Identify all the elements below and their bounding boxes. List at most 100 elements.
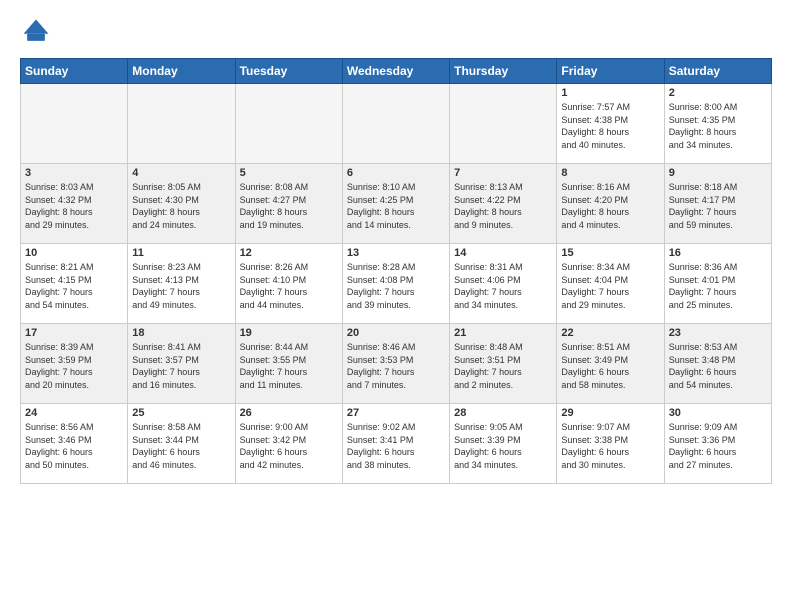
- day-info: Sunrise: 8:39 AM Sunset: 3:59 PM Dayligh…: [25, 341, 123, 391]
- calendar-cell: 10Sunrise: 8:21 AM Sunset: 4:15 PM Dayli…: [21, 244, 128, 324]
- calendar-cell: 23 Sunrise: 8:53 AM Sunset: 3:48 PM Dayli…: [664, 324, 771, 404]
- calendar-cell: 7 Sunrise: 8:13 AM Sunset: 4:22 PM Daylig…: [450, 164, 557, 244]
- day-info: Sunrise: 9:00 AM Sunset: 3:42 PM Dayligh…: [240, 421, 338, 471]
- day-info: Sunrise: 8:00 AM Sunset: 4:35 PM Dayligh…: [669, 101, 767, 151]
- day-number: 24: [25, 407, 123, 419]
- day-info: Sunrise: 8:56 AM Sunset: 3:46 PM Dayligh…: [25, 421, 123, 471]
- calendar-cell: 24 Sunrise: 8:56 AM Sunset: 3:46 PM Dayli…: [21, 404, 128, 484]
- calendar-cell: 14 Sunrise: 8:31 AM Sunset: 4:06 PM Dayli…: [450, 244, 557, 324]
- calendar-cell: 9 Sunrise: 8:18 AM Sunset: 4:17 PM Daylig…: [664, 164, 771, 244]
- calendar-header-wednesday: Wednesday: [342, 59, 449, 84]
- calendar-cell: 8 Sunrise: 8:16 AM Sunset: 4:20 PM Daylig…: [557, 164, 664, 244]
- day-info: Sunrise: 8:41 AM Sunset: 3:57 PM Dayligh…: [132, 341, 230, 391]
- calendar-cell: [450, 84, 557, 164]
- day-number: 21: [454, 327, 552, 339]
- day-number: 19: [240, 327, 338, 339]
- day-number: 14: [454, 247, 552, 259]
- day-number: 29: [561, 407, 659, 419]
- day-number: 9: [669, 167, 767, 179]
- calendar-cell: 1 Sunrise: 7:57 AM Sunset: 4:38 PM Daylig…: [557, 84, 664, 164]
- calendar-week-0: 1 Sunrise: 7:57 AM Sunset: 4:38 PM Daylig…: [21, 84, 772, 164]
- day-info: Sunrise: 8:18 AM Sunset: 4:17 PM Dayligh…: [669, 181, 767, 231]
- calendar-cell: 3Sunrise: 8:03 AM Sunset: 4:32 PM Daylig…: [21, 164, 128, 244]
- day-number: 7: [454, 167, 552, 179]
- day-info: Sunrise: 8:10 AM Sunset: 4:25 PM Dayligh…: [347, 181, 445, 231]
- calendar-cell: 18 Sunrise: 8:41 AM Sunset: 3:57 PM Dayli…: [128, 324, 235, 404]
- day-number: 15: [561, 247, 659, 259]
- day-info: Sunrise: 8:26 AM Sunset: 4:10 PM Dayligh…: [240, 261, 338, 311]
- header: [20, 16, 772, 48]
- day-info: Sunrise: 9:05 AM Sunset: 3:39 PM Dayligh…: [454, 421, 552, 471]
- day-number: 6: [347, 167, 445, 179]
- day-info: Sunrise: 9:07 AM Sunset: 3:38 PM Dayligh…: [561, 421, 659, 471]
- calendar-cell: 15 Sunrise: 8:34 AM Sunset: 4:04 PM Dayli…: [557, 244, 664, 324]
- day-info: Sunrise: 9:02 AM Sunset: 3:41 PM Dayligh…: [347, 421, 445, 471]
- calendar-header-tuesday: Tuesday: [235, 59, 342, 84]
- day-info: Sunrise: 8:28 AM Sunset: 4:08 PM Dayligh…: [347, 261, 445, 311]
- day-info: Sunrise: 8:23 AM Sunset: 4:13 PM Dayligh…: [132, 261, 230, 311]
- day-info: Sunrise: 8:21 AM Sunset: 4:15 PM Dayligh…: [25, 261, 123, 311]
- day-info: Sunrise: 8:31 AM Sunset: 4:06 PM Dayligh…: [454, 261, 552, 311]
- calendar-cell: 26 Sunrise: 9:00 AM Sunset: 3:42 PM Dayli…: [235, 404, 342, 484]
- calendar-cell: 29 Sunrise: 9:07 AM Sunset: 3:38 PM Dayli…: [557, 404, 664, 484]
- calendar-cell: 12 Sunrise: 8:26 AM Sunset: 4:10 PM Dayli…: [235, 244, 342, 324]
- day-number: 17: [25, 327, 123, 339]
- calendar-week-3: 17 Sunrise: 8:39 AM Sunset: 3:59 PM Dayli…: [21, 324, 772, 404]
- calendar-cell: 27 Sunrise: 9:02 AM Sunset: 3:41 PM Dayli…: [342, 404, 449, 484]
- calendar-cell: 5 Sunrise: 8:08 AM Sunset: 4:27 PM Daylig…: [235, 164, 342, 244]
- day-info: Sunrise: 8:34 AM Sunset: 4:04 PM Dayligh…: [561, 261, 659, 311]
- day-number: 20: [347, 327, 445, 339]
- day-number: 12: [240, 247, 338, 259]
- day-info: Sunrise: 8:16 AM Sunset: 4:20 PM Dayligh…: [561, 181, 659, 231]
- day-number: 16: [669, 247, 767, 259]
- calendar-cell: [342, 84, 449, 164]
- day-info: Sunrise: 8:03 AM Sunset: 4:32 PM Dayligh…: [25, 181, 123, 231]
- calendar-cell: [21, 84, 128, 164]
- calendar-cell: 25Sunrise: 8:58 AM Sunset: 3:44 PM Dayli…: [128, 404, 235, 484]
- calendar-header-monday: Monday: [128, 59, 235, 84]
- calendar-cell: 19Sunrise: 8:44 AM Sunset: 3:55 PM Dayli…: [235, 324, 342, 404]
- day-number: 26: [240, 407, 338, 419]
- calendar-cell: 30 Sunrise: 9:09 AM Sunset: 3:36 PM Dayli…: [664, 404, 771, 484]
- day-number: 5: [240, 167, 338, 179]
- logo-icon: [20, 16, 52, 48]
- calendar-cell: 17 Sunrise: 8:39 AM Sunset: 3:59 PM Dayli…: [21, 324, 128, 404]
- day-number: 30: [669, 407, 767, 419]
- calendar-header-row: SundayMondayTuesdayWednesdayThursdayFrid…: [21, 59, 772, 84]
- calendar-cell: 20 Sunrise: 8:46 AM Sunset: 3:53 PM Dayli…: [342, 324, 449, 404]
- calendar-header-saturday: Saturday: [664, 59, 771, 84]
- day-number: 8: [561, 167, 659, 179]
- calendar-cell: [235, 84, 342, 164]
- calendar-week-2: 10Sunrise: 8:21 AM Sunset: 4:15 PM Dayli…: [21, 244, 772, 324]
- calendar-cell: 13Sunrise: 8:28 AM Sunset: 4:08 PM Dayli…: [342, 244, 449, 324]
- calendar-header-thursday: Thursday: [450, 59, 557, 84]
- day-number: 23: [669, 327, 767, 339]
- day-info: Sunrise: 8:48 AM Sunset: 3:51 PM Dayligh…: [454, 341, 552, 391]
- calendar-cell: 2 Sunrise: 8:00 AM Sunset: 4:35 PM Daylig…: [664, 84, 771, 164]
- day-info: Sunrise: 8:36 AM Sunset: 4:01 PM Dayligh…: [669, 261, 767, 311]
- calendar-week-4: 24 Sunrise: 8:56 AM Sunset: 3:46 PM Dayli…: [21, 404, 772, 484]
- day-number: 4: [132, 167, 230, 179]
- day-info: Sunrise: 8:08 AM Sunset: 4:27 PM Dayligh…: [240, 181, 338, 231]
- day-number: 18: [132, 327, 230, 339]
- calendar-cell: 16 Sunrise: 8:36 AM Sunset: 4:01 PM Dayli…: [664, 244, 771, 324]
- day-number: 1: [561, 87, 659, 99]
- calendar-cell: 22Sunrise: 8:51 AM Sunset: 3:49 PM Dayli…: [557, 324, 664, 404]
- calendar-table: SundayMondayTuesdayWednesdayThursdayFrid…: [20, 58, 772, 484]
- day-number: 27: [347, 407, 445, 419]
- calendar-header-friday: Friday: [557, 59, 664, 84]
- calendar-cell: 4 Sunrise: 8:05 AM Sunset: 4:30 PM Daylig…: [128, 164, 235, 244]
- calendar-cell: 21 Sunrise: 8:48 AM Sunset: 3:51 PM Dayli…: [450, 324, 557, 404]
- day-info: Sunrise: 8:05 AM Sunset: 4:30 PM Dayligh…: [132, 181, 230, 231]
- day-info: Sunrise: 8:46 AM Sunset: 3:53 PM Dayligh…: [347, 341, 445, 391]
- calendar-cell: 11Sunrise: 8:23 AM Sunset: 4:13 PM Dayli…: [128, 244, 235, 324]
- day-info: Sunrise: 9:09 AM Sunset: 3:36 PM Dayligh…: [669, 421, 767, 471]
- day-info: Sunrise: 7:57 AM Sunset: 4:38 PM Dayligh…: [561, 101, 659, 151]
- day-info: Sunrise: 8:13 AM Sunset: 4:22 PM Dayligh…: [454, 181, 552, 231]
- day-number: 28: [454, 407, 552, 419]
- day-info: Sunrise: 8:53 AM Sunset: 3:48 PM Dayligh…: [669, 341, 767, 391]
- calendar-cell: 6 Sunrise: 8:10 AM Sunset: 4:25 PM Daylig…: [342, 164, 449, 244]
- day-number: 2: [669, 87, 767, 99]
- logo: [20, 16, 56, 48]
- calendar-cell: [128, 84, 235, 164]
